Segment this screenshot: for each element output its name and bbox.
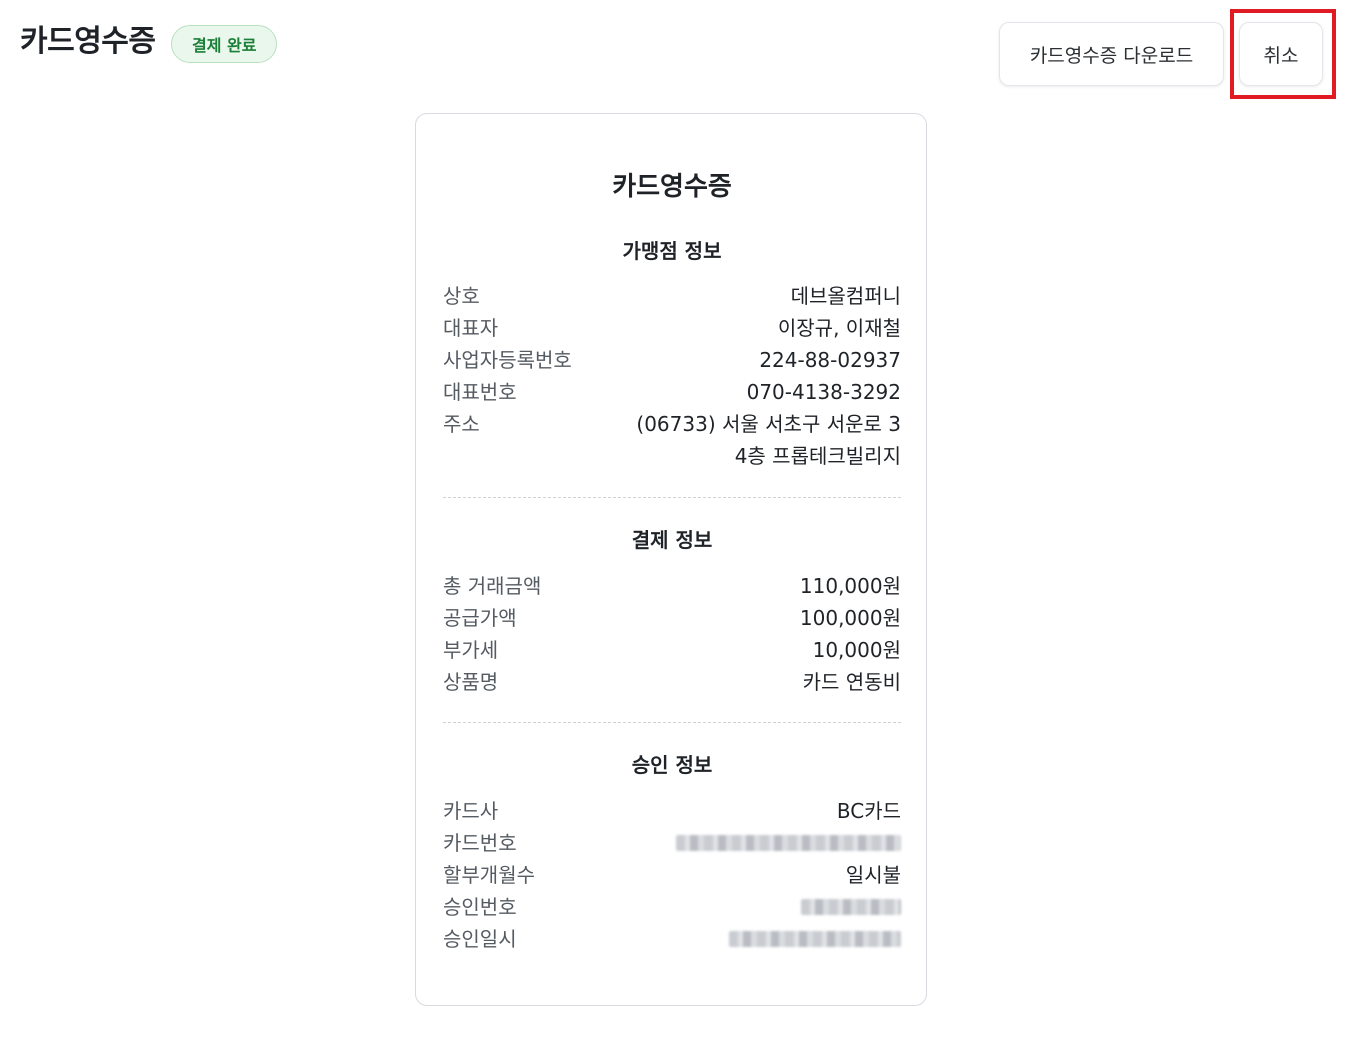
row-label: 할부개월수 bbox=[443, 863, 535, 887]
payment-row-total: 총 거래금액 110,000원 bbox=[443, 570, 901, 602]
payment-row-product: 상품명 카드 연동비 bbox=[443, 666, 901, 698]
section-divider bbox=[443, 497, 901, 498]
section-divider bbox=[443, 722, 901, 723]
row-label: 부가세 bbox=[443, 638, 499, 662]
row-label: 대표자 bbox=[443, 316, 499, 340]
merchant-row-address: 주소 (06733) 서울 서초구 서운로 3 4층 프롭테크빌리지 bbox=[443, 408, 901, 472]
row-value: 10,000원 bbox=[812, 638, 901, 662]
merchant-info: 상호 데브올컴퍼니 대표자 이장규, 이재철 사업자등록번호 224-88-02… bbox=[443, 280, 901, 472]
approval-row-card-company: 카드사 BC카드 bbox=[443, 795, 901, 827]
approval-row-card-number: 카드번호 bbox=[443, 827, 901, 859]
row-label: 총 거래금액 bbox=[443, 574, 542, 598]
approval-row-installment: 할부개월수 일시불 bbox=[443, 859, 901, 891]
row-value: BC카드 bbox=[836, 799, 901, 823]
row-value: 100,000원 bbox=[799, 606, 901, 630]
payment-info: 총 거래금액 110,000원 공급가액 100,000원 부가세 10,000… bbox=[443, 570, 901, 698]
row-label: 상품명 bbox=[443, 670, 499, 694]
row-value: 카드 연동비 bbox=[802, 670, 901, 694]
merchant-row-representative: 대표자 이장규, 이재철 bbox=[443, 312, 901, 344]
cancel-button[interactable]: 취소 bbox=[1239, 22, 1323, 86]
download-receipt-button[interactable]: 카드영수증 다운로드 bbox=[999, 22, 1224, 86]
row-label: 주소 bbox=[443, 412, 480, 436]
row-label: 승인번호 bbox=[443, 895, 517, 919]
approval-section-title: 승인 정보 bbox=[631, 753, 713, 777]
merchant-row-business-number: 사업자등록번호 224-88-02937 bbox=[443, 344, 901, 376]
row-label: 상호 bbox=[443, 284, 480, 308]
row-label: 대표번호 bbox=[443, 380, 517, 404]
merchant-row-phone: 대표번호 070-4138-3292 bbox=[443, 376, 901, 408]
row-label: 공급가액 bbox=[443, 606, 517, 630]
page-title: 카드영수증 bbox=[20, 24, 156, 59]
receipt-card: 카드영수증 가맹점 정보 상호 데브올컴퍼니 대표자 이장규, 이재철 사업자등… bbox=[415, 113, 927, 1006]
merchant-section-title: 가맹점 정보 bbox=[622, 239, 722, 263]
row-value: 070-4138-3292 bbox=[746, 380, 901, 404]
row-value: 이장규, 이재철 bbox=[777, 316, 901, 340]
merchant-row-name: 상호 데브올컴퍼니 bbox=[443, 280, 901, 312]
approval-row-approval-number: 승인번호 bbox=[443, 891, 901, 923]
row-value: 일시불 bbox=[845, 863, 901, 887]
status-badge: 결제 완료 bbox=[171, 25, 278, 63]
row-value: 데브올컴퍼니 bbox=[790, 284, 901, 308]
address-line-1: (06733) 서울 서초구 서운로 3 bbox=[636, 412, 901, 436]
approval-info: 카드사 BC카드 카드번호 할부개월수 일시불 승인번호 승인일시 bbox=[443, 795, 901, 955]
payment-row-vat: 부가세 10,000원 bbox=[443, 634, 901, 666]
redacted-approval-number bbox=[801, 899, 901, 915]
receipt-title: 카드영수증 bbox=[612, 172, 732, 202]
payment-row-supply: 공급가액 100,000원 bbox=[443, 602, 901, 634]
row-label: 사업자등록번호 bbox=[443, 348, 572, 372]
row-value: 110,000원 bbox=[799, 574, 901, 598]
approval-row-approval-datetime: 승인일시 bbox=[443, 923, 901, 955]
payment-section-title: 결제 정보 bbox=[631, 528, 713, 552]
row-label: 카드번호 bbox=[443, 831, 517, 855]
row-label: 승인일시 bbox=[443, 927, 517, 951]
address-line-2: 4층 프롭테크빌리지 bbox=[734, 444, 901, 468]
row-value-address: (06733) 서울 서초구 서운로 3 4층 프롭테크빌리지 bbox=[636, 408, 901, 472]
row-label: 카드사 bbox=[443, 799, 499, 823]
redacted-card-number bbox=[676, 835, 901, 851]
redacted-approval-datetime bbox=[729, 931, 901, 947]
row-value: 224-88-02937 bbox=[759, 348, 901, 372]
receipt-page: 카드영수증 결제 완료 카드영수증 다운로드 취소 카드영수증 가맹점 정보 상… bbox=[0, 0, 1354, 1037]
